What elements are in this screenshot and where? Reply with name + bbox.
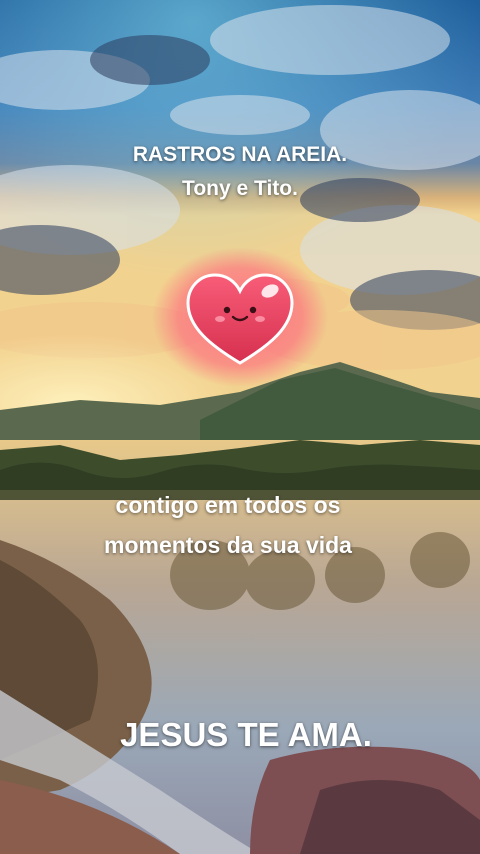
- page-title: RASTROS NA AREIA.: [132, 143, 348, 166]
- background-scene: RASTROS NA AREIA. Tony e Tito. contigo e…: [0, 0, 480, 854]
- page-subtitle: Tony e Tito.: [182, 177, 298, 200]
- closing-text: JESUS TE AMA.: [120, 716, 372, 753]
- smiling-heart-icon: [150, 245, 330, 390]
- message-line-2: momentos da sua vida: [104, 532, 352, 558]
- message-line-1: contigo em todos os: [115, 492, 341, 518]
